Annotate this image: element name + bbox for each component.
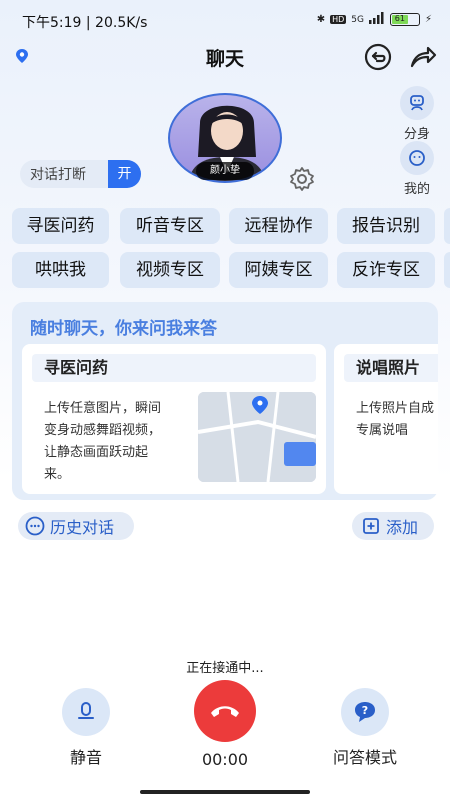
chat-bubble-icon (25, 516, 45, 536)
share-button[interactable] (408, 42, 438, 72)
chip-medical[interactable]: 寻医问药 (12, 208, 109, 244)
add-button[interactable]: 添加 (352, 512, 434, 540)
chip-video[interactable]: 视频专区 (120, 252, 220, 288)
clone-label: 分身 (403, 127, 430, 142)
feature-item-title: 说唱照片 (344, 354, 438, 382)
feature-item-desc: 上传任意图片，瞬间变身动感舞蹈视频，让静态画面跃动起来。 (44, 401, 162, 482)
feature-item-title: 寻医问药 (32, 354, 316, 382)
gear-icon (290, 167, 314, 191)
clone-button[interactable]: 分身 (397, 86, 437, 142)
hangup-button[interactable]: 00:00 (186, 680, 264, 769)
assistant-name-tag: 颜小挚 (196, 162, 254, 180)
history-label: 历史对话 (50, 518, 115, 537)
hd-icon: HD (330, 15, 347, 24)
undo-button[interactable] (363, 42, 393, 72)
battery-level: 61 (391, 15, 408, 24)
question-bubble-icon: ? (341, 688, 389, 736)
feature-item-rap[interactable]: 说唱照片 上传照片自成专属说唱 (334, 344, 438, 494)
feature-item-desc: 上传照片自成专属说唱 (356, 401, 435, 438)
call-status: 正在接通中... (186, 661, 264, 676)
chip-audio[interactable]: 听音专区 (120, 208, 220, 244)
qa-mode-button[interactable]: ? 问答模式 (320, 688, 410, 768)
charging-icon: ⚡ (424, 14, 432, 25)
status-icons: ✱ HD 5G 61 ⚡ (317, 12, 432, 27)
face-icon (400, 141, 434, 175)
chip-antifraud[interactable]: 反诈专区 (337, 252, 435, 288)
home-indicator[interactable] (140, 790, 310, 794)
chip-overflow-2[interactable] (444, 252, 450, 288)
chip-report[interactable]: 报告识别 (337, 208, 435, 244)
location-pin-icon[interactable] (14, 48, 30, 64)
undo-icon (364, 43, 392, 71)
feature-item-medical[interactable]: 寻医问药 上传任意图片，瞬间变身动感舞蹈视频，让静态画面跃动起来。 (22, 344, 326, 494)
bluetooth-icon: ✱ (316, 14, 326, 25)
feature-card-heading: 随时聊天，你来问我来答 (30, 319, 217, 339)
map-thumbnail (198, 392, 316, 482)
mute-label: 静音 (69, 748, 102, 767)
call-timer: 00:00 (201, 750, 249, 769)
qa-mode-label: 问答模式 (332, 748, 397, 767)
svg-text:?: ? (362, 704, 368, 717)
mute-button[interactable]: 静音 (50, 688, 122, 768)
chip-overflow[interactable] (444, 208, 450, 244)
chip-remote[interactable]: 远程协作 (229, 208, 328, 244)
hangup-phone-icon (194, 680, 256, 742)
share-icon (410, 46, 437, 68)
interrupt-toggle[interactable]: 对话打断 开 (20, 160, 141, 188)
microphone-icon (62, 688, 110, 736)
battery-icon: 61 (389, 13, 420, 26)
status-time: 下午5:19 | 20.5K/s (22, 15, 148, 31)
add-label: 添加 (386, 518, 419, 537)
chip-comfort[interactable]: 哄哄我 (12, 252, 109, 288)
interrupt-toggle-state[interactable]: 开 (108, 160, 141, 188)
mine-button[interactable]: 我的 (397, 141, 437, 197)
robot-icon (400, 86, 434, 120)
chip-aunt[interactable]: 阿姨专区 (229, 252, 328, 288)
settings-button[interactable] (288, 165, 316, 193)
interrupt-toggle-label: 对话打断 (30, 167, 86, 183)
status-bar: 下午5:19 | 20.5K/s ✱ HD 5G 61 ⚡ (0, 0, 450, 40)
network-label: 5G (351, 14, 364, 25)
signal-icon (368, 12, 385, 27)
history-button[interactable]: 历史对话 (18, 512, 134, 540)
add-icon (363, 518, 379, 534)
mine-label: 我的 (403, 182, 430, 197)
